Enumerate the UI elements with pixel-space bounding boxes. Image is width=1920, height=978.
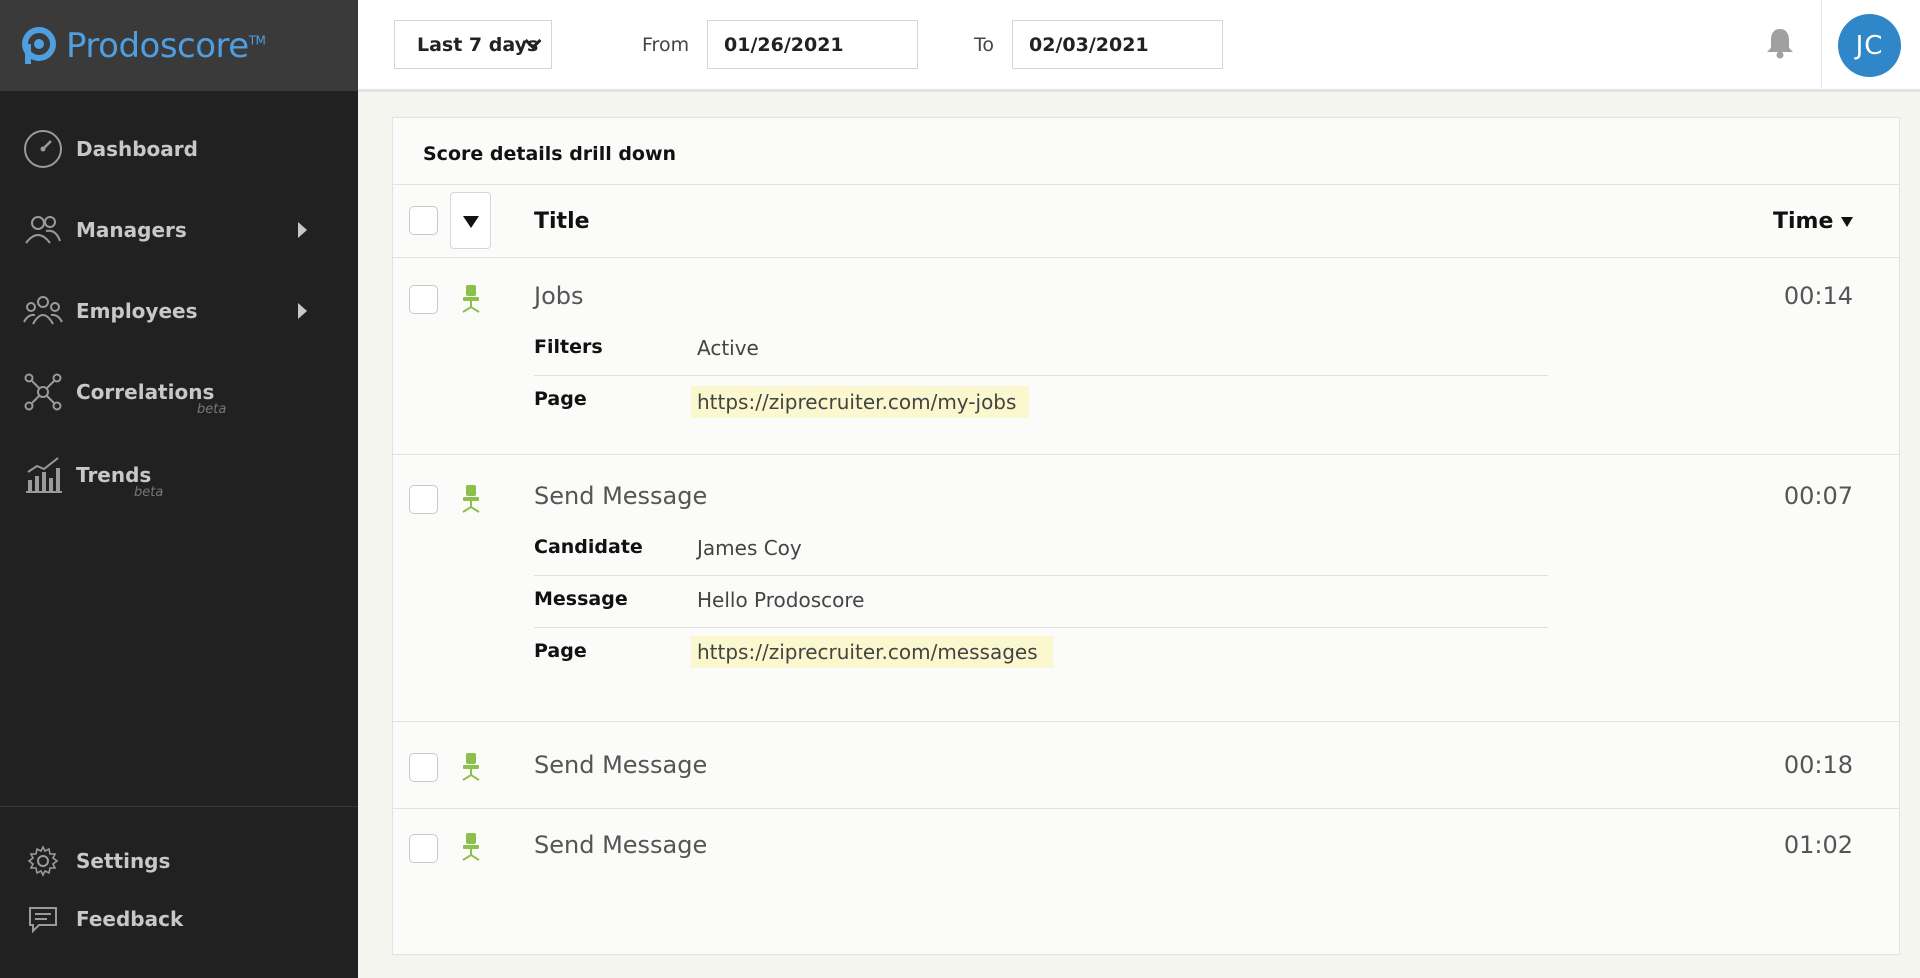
detail-label: Page <box>534 640 587 662</box>
row-divider <box>393 721 1899 722</box>
select-all-checkbox[interactable] <box>409 206 438 235</box>
header-bar: Last 7 days From To JC <box>358 0 1920 92</box>
feedback-icon <box>26 898 60 940</box>
column-header-time[interactable]: Time <box>1773 209 1833 234</box>
header-divider <box>1821 0 1822 92</box>
row-time: 00:18 <box>1783 751 1853 779</box>
office-chair-icon <box>462 833 480 861</box>
trends-icon <box>22 454 64 496</box>
divider <box>393 184 1899 185</box>
detail-label: Filters <box>534 336 603 358</box>
sidebar-item-correlations[interactable]: Correlations beta <box>0 362 358 422</box>
detail-value: Active <box>697 336 759 360</box>
office-chair-icon <box>462 285 480 313</box>
chevron-right-icon <box>298 303 307 319</box>
detail-value: Hello Prodoscore <box>697 588 865 612</box>
to-date-input[interactable] <box>1012 20 1223 69</box>
notification-bell-icon[interactable] <box>1764 26 1796 60</box>
avatar[interactable]: JC <box>1838 14 1901 77</box>
sort-desc-icon[interactable] <box>1841 217 1853 227</box>
sidebar-item-label: Feedback <box>76 907 184 931</box>
caret-down-icon <box>463 216 479 228</box>
office-chair-icon <box>462 485 480 513</box>
from-label: From <box>642 34 690 56</box>
detail-label: Page <box>534 388 587 410</box>
managers-icon <box>22 209 64 251</box>
sidebar-item-label: Trends beta <box>76 463 164 500</box>
row-time: 00:07 <box>1783 482 1853 510</box>
to-label: To <box>974 34 995 56</box>
sidebar-item-settings[interactable]: Settings <box>0 831 358 891</box>
detail-page-link[interactable]: https://ziprecruiter.com/my-jobs <box>691 386 1029 418</box>
score-details-card: Score details drill down Title Time Jobs… <box>392 117 1900 955</box>
gear-icon <box>26 840 60 882</box>
divider <box>393 257 1899 258</box>
office-chair-icon <box>462 753 480 781</box>
logo-bar: ProdoscoreTM <box>0 0 358 91</box>
sidebar-item-label: Employees <box>76 299 198 323</box>
detail-divider <box>534 575 1548 576</box>
from-date-input[interactable] <box>707 20 918 69</box>
detail-label: Candidate <box>534 536 643 558</box>
sidebar-item-employees[interactable]: Employees <box>0 281 358 341</box>
row-time: 01:02 <box>1783 831 1853 859</box>
row-title[interactable]: Send Message <box>534 482 707 510</box>
sidebar-item-feedback[interactable]: Feedback <box>0 889 358 949</box>
employees-icon <box>22 290 64 332</box>
detail-divider <box>534 627 1548 628</box>
sidebar-item-label: Managers <box>76 218 187 242</box>
row-divider <box>393 454 1899 455</box>
row-checkbox[interactable] <box>409 485 438 514</box>
date-range-select[interactable]: Last 7 days <box>394 20 552 69</box>
sidebar-item-dashboard[interactable]: Dashboard <box>0 119 358 179</box>
app-name: ProdoscoreTM <box>66 25 266 66</box>
chevron-right-icon <box>298 222 307 238</box>
sidebar-divider <box>0 806 358 807</box>
row-divider <box>393 808 1899 809</box>
row-checkbox[interactable] <box>409 753 438 782</box>
prodoscore-logo-icon <box>22 26 56 64</box>
beta-badge: beta <box>197 402 227 417</box>
beta-badge: beta <box>134 485 164 500</box>
column-header-title[interactable]: Title <box>534 209 590 234</box>
detail-value: James Coy <box>697 536 802 560</box>
row-title[interactable]: Send Message <box>534 831 707 859</box>
detail-label: Message <box>534 588 628 610</box>
row-checkbox[interactable] <box>409 285 438 314</box>
date-range-value: Last 7 days <box>417 33 539 56</box>
card-title: Score details drill down <box>423 143 677 165</box>
row-checkbox[interactable] <box>409 834 438 863</box>
sidebar-item-label: Dashboard <box>76 137 198 161</box>
sidebar-item-label: Correlations beta <box>76 380 227 417</box>
row-time: 00:14 <box>1783 282 1853 310</box>
sidebar: ProdoscoreTM Dashboard Managers Employee… <box>0 0 358 978</box>
detail-page-link[interactable]: https://ziprecruiter.com/messages <box>691 636 1053 668</box>
row-title[interactable]: Send Message <box>534 751 707 779</box>
speedometer-icon <box>22 128 64 170</box>
sidebar-item-label: Settings <box>76 849 171 873</box>
detail-divider <box>534 375 1548 376</box>
row-title[interactable]: Jobs <box>534 282 584 310</box>
sort-dropdown-button[interactable] <box>450 192 491 249</box>
correlations-icon <box>22 371 64 413</box>
sidebar-item-trends[interactable]: Trends beta <box>0 445 358 505</box>
sidebar-item-managers[interactable]: Managers <box>0 200 358 260</box>
